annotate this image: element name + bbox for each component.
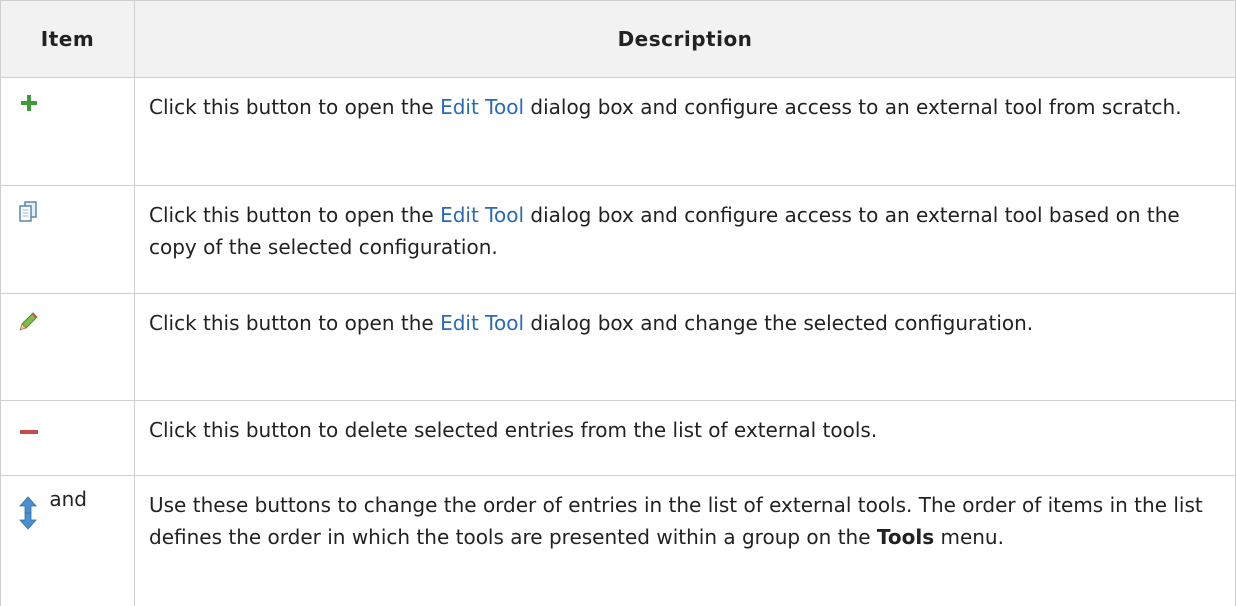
- item-cell: and: [0, 475, 135, 606]
- item-cell: [0, 400, 135, 476]
- edit-tool-link[interactable]: Edit Tool: [440, 95, 524, 119]
- table-row: Click this button to open the Edit Tool …: [0, 185, 1236, 294]
- edit-tool-link[interactable]: Edit Tool: [440, 203, 524, 227]
- toolbar-buttons-table: Item Description Click this button to op…: [0, 0, 1236, 606]
- up-down-arrows-icon: [19, 496, 37, 539]
- table-row: Click this button to open the Edit Tool …: [0, 293, 1236, 401]
- description-text: menu.: [934, 525, 1004, 549]
- plus-icon: [19, 90, 39, 122]
- table-row: Click this button to delete selected ent…: [0, 400, 1236, 476]
- description-text: Click this button to open the: [149, 95, 441, 119]
- edit-tool-link[interactable]: Edit Tool: [440, 311, 524, 335]
- description-text: Click this button to open the: [149, 203, 441, 227]
- and-label: and: [49, 487, 87, 511]
- item-cell: [0, 77, 135, 186]
- description-text: Use these buttons to change the order of…: [149, 493, 1203, 549]
- description-text: dialog box and configure access to an ex…: [524, 95, 1182, 119]
- minus-icon: [19, 414, 39, 446]
- description-cell: Use these buttons to change the order of…: [134, 475, 1236, 606]
- table-row: and Use these buttons to change the orde…: [0, 475, 1236, 606]
- edit-pencil-icon: [19, 308, 39, 340]
- item-cell: [0, 293, 135, 401]
- description-text: dialog box and change the selected confi…: [524, 311, 1034, 335]
- description-text: Click this button to delete selected ent…: [149, 418, 878, 442]
- copy-icon: [19, 200, 37, 232]
- tools-menu-label: Tools: [876, 525, 935, 549]
- column-header-item: Item: [0, 0, 135, 78]
- table-row: Click this button to open the Edit Tool …: [0, 77, 1236, 186]
- column-header-description: Description: [134, 0, 1236, 78]
- description-cell: Click this button to open the Edit Tool …: [134, 185, 1236, 294]
- description-cell: Click this button to open the Edit Tool …: [134, 77, 1236, 186]
- item-cell: [0, 185, 135, 294]
- table-header-row: Item Description: [0, 0, 1236, 78]
- description-cell: Click this button to delete selected ent…: [134, 400, 1236, 476]
- description-text: Click this button to open the: [149, 311, 441, 335]
- description-cell: Click this button to open the Edit Tool …: [134, 293, 1236, 401]
